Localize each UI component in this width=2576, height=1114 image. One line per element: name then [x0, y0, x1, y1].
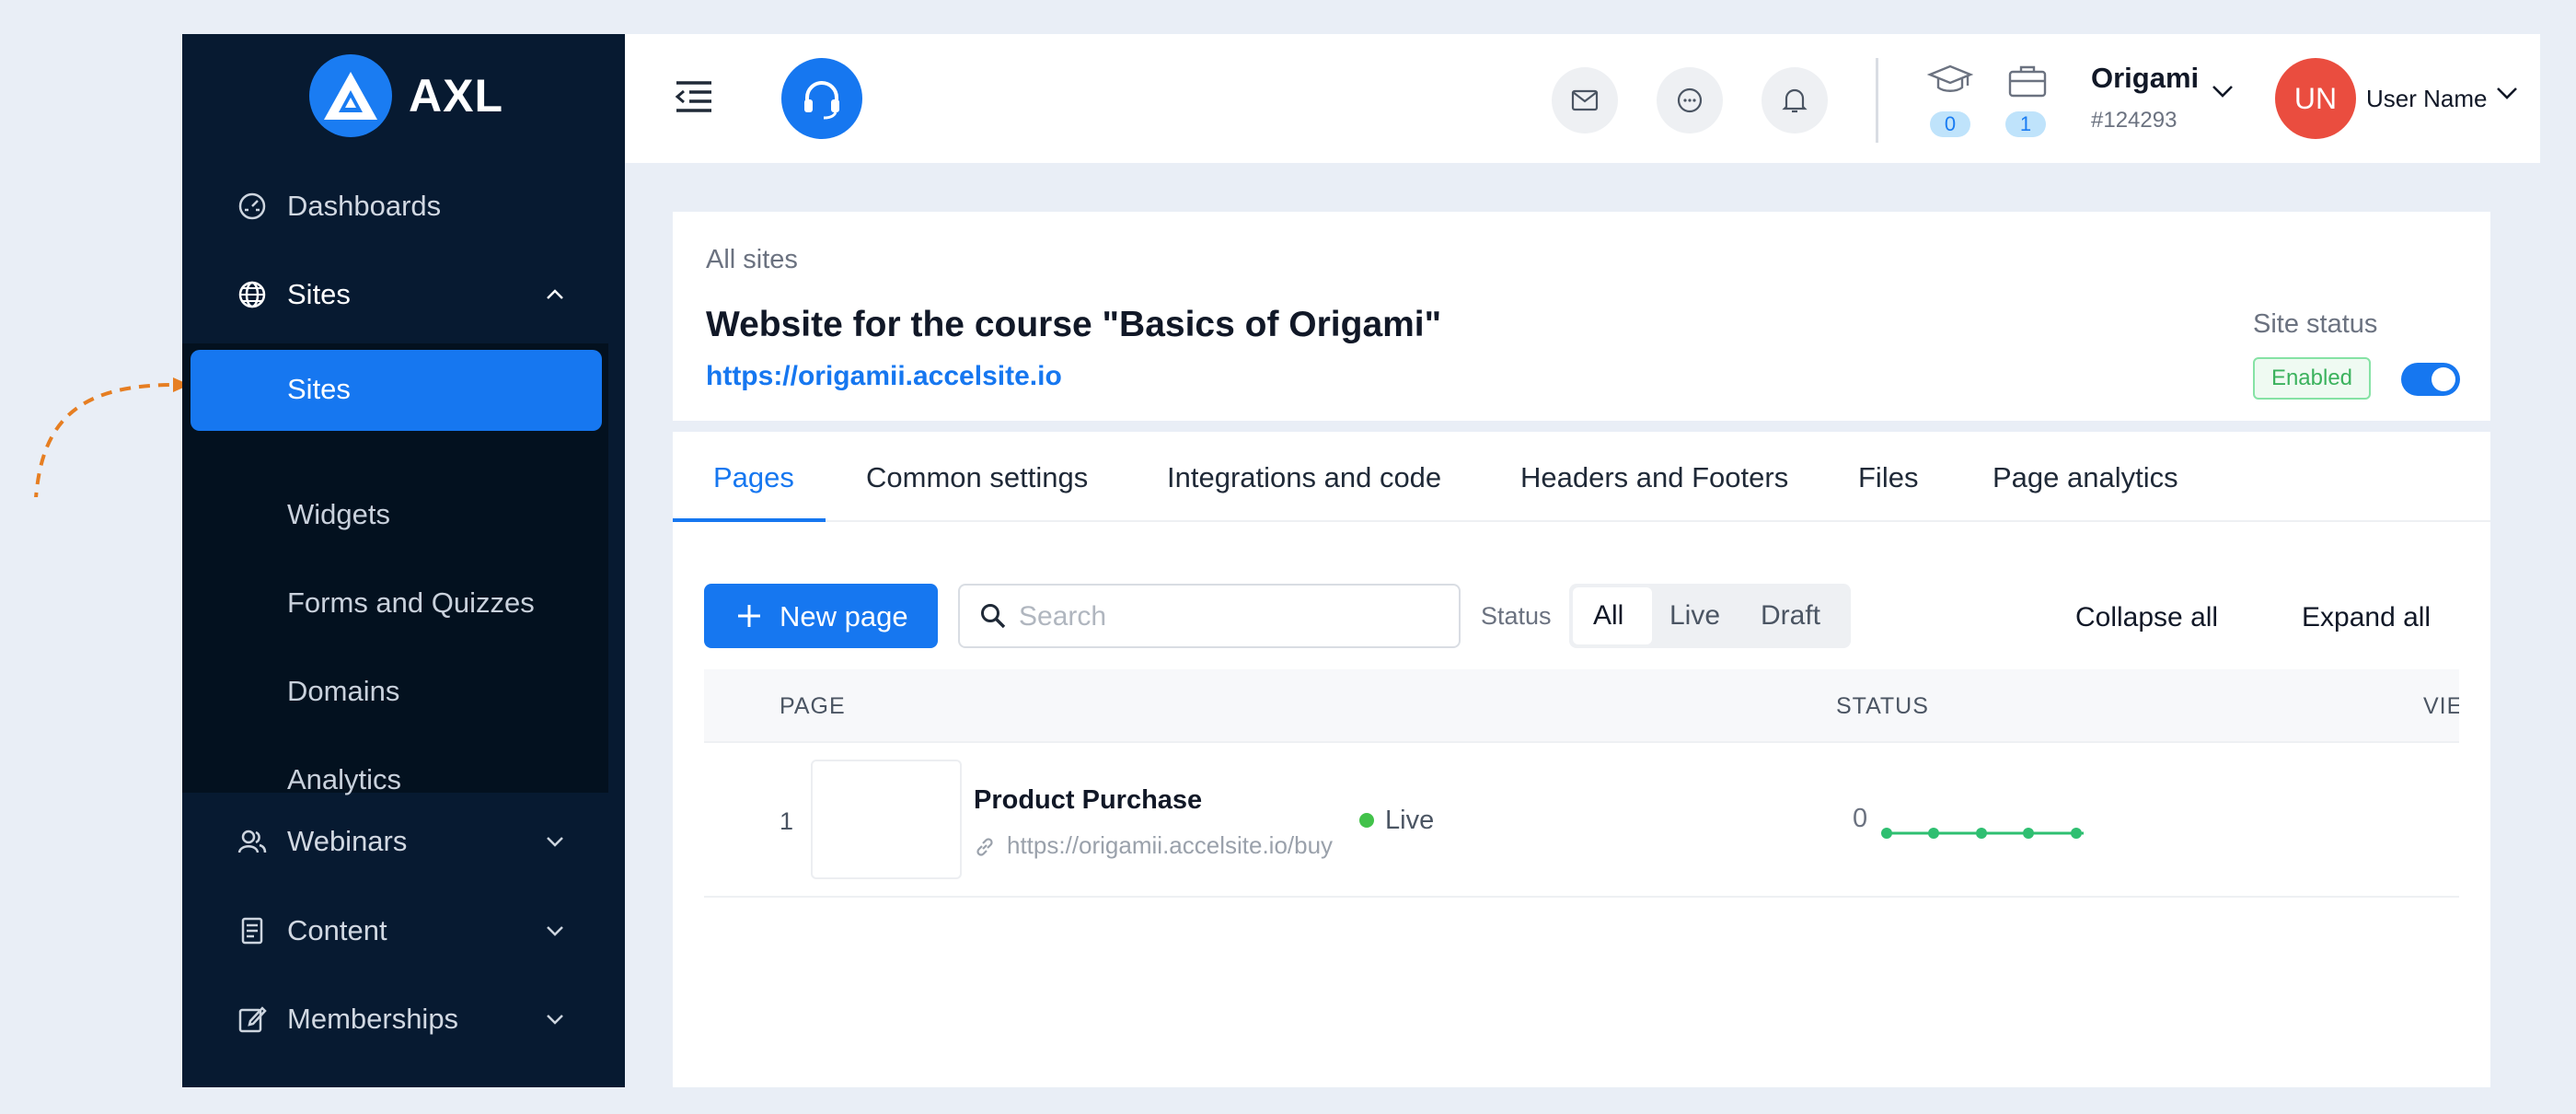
tab-pages[interactable]: Pages	[713, 461, 794, 494]
plus-icon	[738, 605, 760, 627]
users-icon	[237, 830, 267, 853]
sidebar-item-dashboards[interactable]: Dashboards	[182, 174, 625, 238]
support-button[interactable]	[781, 58, 862, 139]
sites-submenu: Sites Widgets Forms and Quizzes Domains …	[182, 343, 608, 796]
sidebar-item-memberships[interactable]: Memberships	[182, 987, 625, 1051]
chat-icon	[1677, 87, 1703, 113]
column-views[interactable]: VIEWS	[2423, 693, 2459, 720]
page-url[interactable]: https://origamii.accelsite.io/buy	[974, 831, 1333, 865]
chevron-up-icon[interactable]	[544, 284, 566, 306]
chevron-down-icon[interactable]	[544, 1008, 566, 1030]
user-name[interactable]: User Name	[2366, 85, 2487, 113]
org-name[interactable]: Origami	[2091, 62, 2199, 95]
column-status[interactable]: STATUS	[1836, 693, 1929, 720]
graduation-cap-icon[interactable]	[1927, 64, 1973, 100]
site-summary-card: All sites Website for the course "Basics…	[673, 212, 2490, 421]
tab-page-analytics[interactable]: Page analytics	[1993, 461, 2178, 494]
new-page-label: New page	[780, 600, 908, 632]
sidebar-item-sites[interactable]: Sites	[182, 262, 625, 327]
tab-common-settings[interactable]: Common settings	[866, 461, 1088, 494]
headset-icon	[804, 81, 839, 120]
edit-icon	[238, 1006, 267, 1033]
row-number: 1	[780, 807, 794, 835]
sidebar-item-label: Content	[287, 914, 387, 946]
search-input[interactable]	[1019, 597, 1442, 637]
brand-logo[interactable]: AXL	[309, 54, 503, 137]
expand-all-button[interactable]: Expand all	[2302, 602, 2431, 633]
filter-draft[interactable]: Draft	[1761, 600, 1820, 632]
sidebar-item-webinars[interactable]: Webinars	[182, 809, 625, 874]
pages-panel: Pages Common settings Integrations and c…	[673, 432, 2490, 1087]
brand-name: AXL	[409, 70, 503, 122]
site-status-toggle[interactable]	[2401, 363, 2460, 396]
live-status-dot	[1359, 813, 1374, 828]
collapse-all-button[interactable]: Collapse all	[2075, 602, 2218, 633]
new-page-button[interactable]: New page	[704, 584, 938, 648]
site-url-link[interactable]: https://origamii.accelsite.io	[706, 361, 1062, 392]
top-bar: 0 1 Origami #124293 UN User Name	[625, 34, 2540, 163]
table-header: PAGE STATUS VIEWS	[704, 669, 2459, 743]
chevron-down-icon[interactable]	[544, 920, 566, 942]
org-id: #124293	[2091, 108, 2177, 133]
site-status-label: Site status	[2253, 309, 2378, 339]
search-icon	[981, 604, 1006, 629]
tab-integrations[interactable]: Integrations and code	[1167, 461, 1441, 494]
sub-item-sites[interactable]: Sites	[191, 350, 602, 431]
chat-button[interactable]	[1657, 67, 1723, 133]
table-row[interactable]: 1 Product Purchase https://origamii.acce…	[704, 743, 2459, 898]
chevron-down-icon[interactable]	[544, 830, 566, 853]
sidebar-item-content[interactable]: Content	[182, 899, 625, 963]
sidebar: AXL Dashboards Sites Sites Widgets Forms…	[182, 34, 625, 1087]
link-icon	[976, 838, 993, 856]
tab-headers-footers[interactable]: Headers and Footers	[1520, 461, 1788, 494]
page-url-text: https://origamii.accelsite.io/buy	[1007, 831, 1333, 859]
tab-files[interactable]: Files	[1858, 461, 1918, 494]
active-tab-indicator	[673, 518, 826, 522]
logo-triangle-icon	[309, 54, 392, 137]
products-count-badge: 1	[2005, 111, 2046, 137]
sub-item-domains[interactable]: Domains	[287, 675, 399, 708]
notifications-button[interactable]	[1762, 67, 1828, 133]
filter-all[interactable]: All	[1593, 600, 1623, 632]
chevron-down-icon[interactable]	[2496, 86, 2518, 100]
briefcase-icon[interactable]	[2007, 64, 2048, 99]
status-filter: All Live Draft	[1569, 584, 1851, 648]
sidebar-item-label: Webinars	[287, 825, 408, 857]
sidebar-item-label: Sites	[287, 278, 351, 310]
status-filter-label: Status	[1481, 602, 1552, 630]
mail-icon	[1571, 89, 1599, 111]
filter-live[interactable]: Live	[1669, 600, 1720, 632]
sidebar-item-label: Memberships	[287, 1003, 459, 1035]
gauge-icon	[238, 192, 266, 220]
sidebar-item-label: Dashboards	[287, 190, 442, 222]
mail-button[interactable]	[1552, 67, 1618, 133]
views-count: 0	[1853, 804, 1868, 833]
search-box	[958, 584, 1461, 648]
courses-count-badge: 0	[1930, 111, 1970, 137]
tab-bar: Pages Common settings Integrations and c…	[673, 432, 2490, 522]
views-sparkline	[1881, 828, 2084, 839]
page-status: Live	[1385, 806, 1435, 835]
avatar[interactable]: UN	[2275, 58, 2356, 139]
book-icon	[241, 917, 263, 945]
header-divider	[1876, 58, 1878, 143]
sub-item-forms-and-quizzes[interactable]: Forms and Quizzes	[287, 586, 535, 620]
bell-icon	[1782, 88, 1808, 113]
chevron-down-icon[interactable]	[2212, 84, 2234, 99]
sub-item-label: Sites	[287, 373, 351, 405]
menu-collapse-icon[interactable]	[675, 80, 713, 113]
column-page[interactable]: PAGE	[780, 693, 846, 720]
page-name[interactable]: Product Purchase	[974, 785, 1202, 816]
globe-icon	[238, 281, 266, 308]
sub-item-widgets[interactable]: Widgets	[287, 498, 390, 531]
page-thumbnail[interactable]	[811, 760, 962, 879]
sub-item-analytics[interactable]: Analytics	[287, 763, 401, 796]
status-badge: Enabled	[2253, 357, 2371, 400]
breadcrumb[interactable]: All sites	[706, 245, 798, 275]
page-title: Website for the course "Basics of Origam…	[706, 305, 1442, 344]
